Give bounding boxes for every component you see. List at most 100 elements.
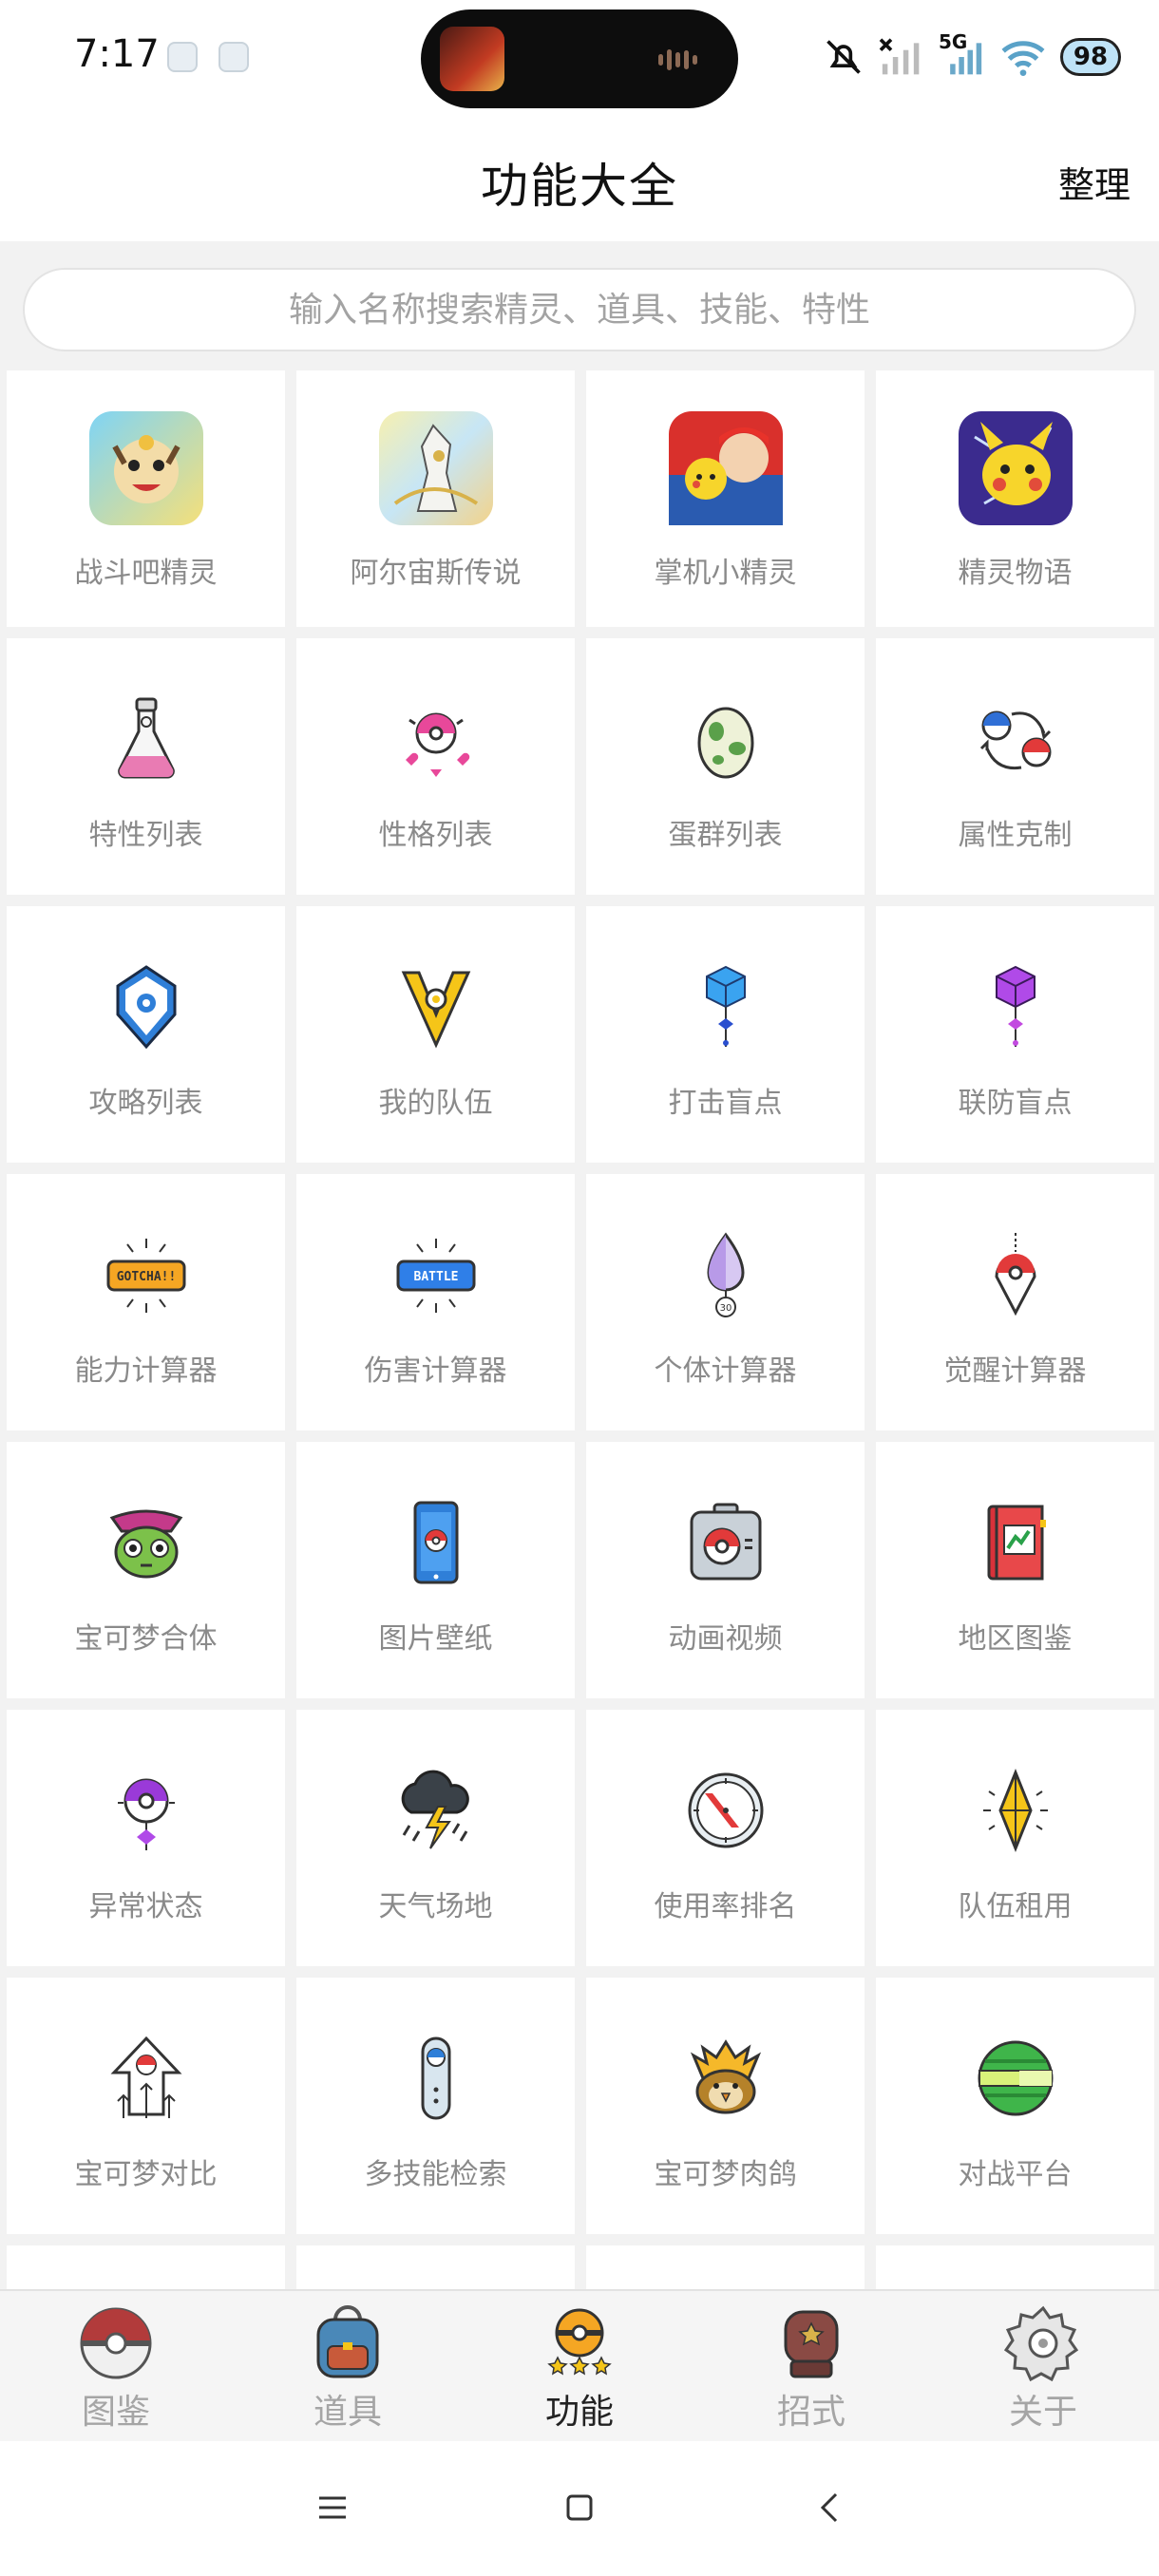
wifi-icon xyxy=(1001,41,1045,76)
nav-tab-functions[interactable]: 功能 xyxy=(464,2291,695,2443)
title-bar: 功能大全 整理 xyxy=(0,114,1159,241)
notification-app-icon xyxy=(218,42,249,72)
grid-item-label: 战斗吧精灵 xyxy=(74,557,218,590)
back-icon[interactable] xyxy=(802,2479,859,2536)
tag-search-icon xyxy=(390,2033,482,2124)
compare-arrows-icon xyxy=(101,2033,192,2124)
status-ball-icon xyxy=(101,1765,192,1856)
team-badge-icon xyxy=(390,961,482,1052)
hearts-pokeball-icon xyxy=(390,693,482,785)
grid-item-fusion[interactable]: 宝可梦合体 xyxy=(7,1442,285,1698)
gotcha-sign-icon: GOTCHA!! xyxy=(101,1229,192,1320)
grid-item-guide-list[interactable]: 攻略列表 xyxy=(7,906,285,1163)
grid-item-awakening-calculator[interactable]: 觉醒计算器 xyxy=(876,1174,1154,1430)
grid-item-defense-blindspot[interactable]: 联防盲点 xyxy=(876,906,1154,1163)
search-box[interactable] xyxy=(23,268,1136,351)
backpack-nav-icon xyxy=(316,2305,379,2378)
compass-icon xyxy=(680,1765,771,1856)
pokeball-nav-icon xyxy=(80,2307,152,2379)
menu-icon[interactable] xyxy=(304,2479,361,2536)
camera-icon xyxy=(680,1497,771,1588)
battle-sign-icon: BATTLE xyxy=(390,1229,482,1320)
green-ball-icon xyxy=(970,2033,1061,2124)
search-input[interactable] xyxy=(25,270,1134,350)
signal-off-icon xyxy=(879,38,920,75)
grid-item-compare[interactable]: 宝可梦对比 xyxy=(7,1978,285,2234)
grid-item-type-chart[interactable]: 属性克制 xyxy=(876,638,1154,895)
grid-item-wallpapers[interactable]: 图片壁纸 xyxy=(296,1442,575,1698)
grid-item-label: 性格列表 xyxy=(378,819,493,852)
grid-item-offense-blindspot[interactable]: 打击盲点 xyxy=(586,906,864,1163)
grid-item-my-team[interactable]: 我的队伍 xyxy=(296,906,575,1163)
grid-item-label: 使用率排名 xyxy=(654,1890,797,1923)
bottom-nav: 图鉴 道具 功能 招式 关于 xyxy=(0,2289,1159,2441)
grid-item-label: 宝可梦对比 xyxy=(74,2158,218,2191)
battery-indicator: 98 xyxy=(1060,38,1121,76)
grid-item-label: 觉醒计算器 xyxy=(943,1354,1087,1388)
grid-item-roguelike[interactable]: 宝可梦肉鸽 xyxy=(586,1978,864,2234)
caterpie-icon xyxy=(101,1497,192,1588)
flask-icon xyxy=(101,693,192,785)
nav-label: 功能 xyxy=(544,2393,614,2432)
functions-nav-icon xyxy=(547,2308,612,2376)
svg-text:BATTLE: BATTLE xyxy=(413,1270,458,1284)
sort-button[interactable]: 整理 xyxy=(1058,156,1130,208)
grid-item-iv-calculator[interactable]: 30 个体计算器 xyxy=(586,1174,864,1430)
nav-label: 关于 xyxy=(1008,2393,1077,2432)
grid-item-label: 动画视频 xyxy=(668,1622,783,1656)
nav-tab-pokedex[interactable]: 图鉴 xyxy=(0,2291,232,2443)
ash-pikachu-app-icon xyxy=(666,408,786,528)
grid-item-label: 伤害计算器 xyxy=(364,1354,507,1388)
notification-app-icon xyxy=(167,42,198,72)
grid-item-arceus-legend[interactable]: 阿尔宙斯传说 xyxy=(296,370,575,627)
audio-wave-icon xyxy=(658,49,710,70)
grid-item-team-rental[interactable]: 队伍租用 xyxy=(876,1710,1154,1966)
shield-icon xyxy=(101,961,192,1052)
page-title: 功能大全 xyxy=(481,159,678,214)
settings-nav-icon xyxy=(1004,2305,1079,2382)
nav-tab-moves[interactable]: 招式 xyxy=(695,2291,927,2443)
grid-item-weather-terrain[interactable]: 天气场地 xyxy=(296,1710,575,1966)
dynamic-island[interactable] xyxy=(421,9,738,108)
nav-tab-about[interactable]: 关于 xyxy=(927,2291,1159,2443)
egg-icon xyxy=(680,693,771,785)
grid-item-damage-calculator[interactable]: BATTLE 伤害计算器 xyxy=(296,1174,575,1430)
pidgeot-icon xyxy=(680,2033,771,2124)
grid-item-handheld-spirits[interactable]: 掌机小精灵 xyxy=(586,370,864,627)
grid-item-label: 天气场地 xyxy=(378,1890,493,1923)
grid-item-label: 多技能检索 xyxy=(364,2158,507,2191)
grid-item-label: 联防盲点 xyxy=(958,1087,1073,1120)
grid-item-spirit-story[interactable]: 精灵物语 xyxy=(876,370,1154,627)
meowth-app-icon xyxy=(86,408,206,528)
grid-item-multi-move-search[interactable]: 多技能检索 xyxy=(296,1978,575,2234)
grid-item-anime-videos[interactable]: 动画视频 xyxy=(586,1442,864,1698)
nav-tab-items[interactable]: 道具 xyxy=(232,2291,464,2443)
phone-icon xyxy=(390,1497,482,1588)
grid-item-usage-ranking[interactable]: 使用率排名 xyxy=(586,1710,864,1966)
grid-item-label: 属性克制 xyxy=(958,819,1073,852)
svg-text:GOTCHA!!: GOTCHA!! xyxy=(116,1270,176,1284)
grid-item-label: 宝可梦合体 xyxy=(74,1622,218,1656)
grid-item-nature-list[interactable]: 性格列表 xyxy=(296,638,575,895)
grid-item-label: 打击盲点 xyxy=(668,1087,783,1120)
grid-item-label: 阿尔宙斯传说 xyxy=(350,557,522,590)
grid-item-battle-spirits[interactable]: 战斗吧精灵 xyxy=(7,370,285,627)
weather-storm-icon xyxy=(390,1765,482,1856)
grid-item-status-conditions[interactable]: 异常状态 xyxy=(7,1710,285,1966)
grid-item-label: 掌机小精灵 xyxy=(654,557,797,590)
nav-label: 图鉴 xyxy=(81,2393,150,2432)
grid-item-label: 对战平台 xyxy=(958,2158,1073,2191)
pikachu-app-icon xyxy=(956,408,1075,528)
grid-item-egg-group-list[interactable]: 蛋群列表 xyxy=(586,638,864,895)
mute-bell-icon xyxy=(826,40,861,74)
grid-item-label: 宝可梦肉鸽 xyxy=(654,2158,797,2191)
iv-drop-icon: 30 xyxy=(680,1229,771,1320)
grid-item-ability-list[interactable]: 特性列表 xyxy=(7,638,285,895)
grid-item-regional-pokedex[interactable]: 地区图鉴 xyxy=(876,1442,1154,1698)
grid-item-battle-platform[interactable]: 对战平台 xyxy=(876,1978,1154,2234)
network-type: 5G xyxy=(939,30,968,53)
signal-5g-icon: 5G xyxy=(939,30,986,78)
svg-text:30: 30 xyxy=(719,1303,732,1314)
home-icon[interactable] xyxy=(551,2479,608,2536)
grid-item-stat-calculator[interactable]: GOTCHA!! 能力计算器 xyxy=(7,1174,285,1430)
